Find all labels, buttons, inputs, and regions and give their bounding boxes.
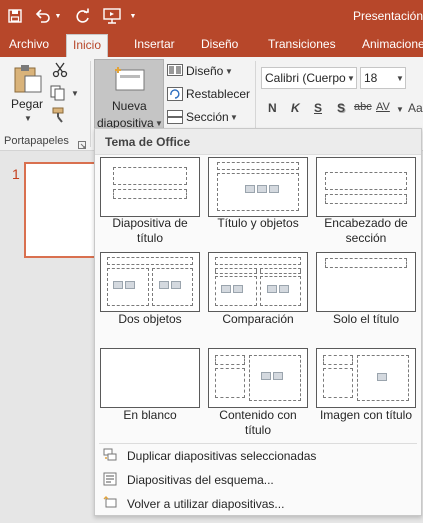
- section-dropdown-icon[interactable]: ▼: [230, 113, 238, 122]
- spacing-dropdown-icon[interactable]: ▼: [396, 105, 404, 114]
- layout-content-caption[interactable]: [208, 348, 308, 408]
- presentation-start-icon[interactable]: [102, 6, 122, 26]
- layout-title-slide[interactable]: [100, 157, 200, 217]
- layout-content-caption-label: Contenido con título: [219, 408, 297, 437]
- copy-icon[interactable]: [50, 85, 68, 104]
- slide-number: 1: [12, 166, 20, 182]
- layout-title-content-label: Título y objetos: [217, 216, 299, 230]
- reuse-slides-label: Volver a utilizar diapositivas...: [127, 497, 285, 511]
- layout-button[interactable]: Diseño: [186, 64, 223, 78]
- font-name-value: Calibri (Cuerpo: [265, 71, 346, 85]
- tab-archivo[interactable]: Archivo: [9, 33, 49, 57]
- layout-two-content-label: Dos objetos: [118, 312, 182, 326]
- layout-title-only-label: Solo el título: [332, 312, 400, 326]
- layout-title-slide-label: Diapositiva de título: [112, 216, 188, 245]
- format-painter-icon[interactable]: [52, 107, 68, 126]
- font-size-dropdown-icon[interactable]: ▼: [396, 74, 404, 83]
- duplicate-slides-label: Duplicar diapositivas seleccionadas: [127, 449, 317, 463]
- tab-insertar[interactable]: Insertar: [134, 33, 175, 57]
- bold-button[interactable]: N: [268, 101, 277, 115]
- undo-icon[interactable]: [34, 6, 52, 26]
- layout-picture-caption[interactable]: [316, 348, 416, 408]
- new-slide-button[interactable]: Nueva diapositiva ▼: [94, 59, 164, 130]
- outline-slides-item[interactable]: Diapositivas del esquema...: [95, 469, 421, 491]
- reset-button[interactable]: Restablecer: [186, 87, 250, 101]
- strikethrough-button[interactable]: abc: [354, 101, 372, 113]
- new-slide-label-1: Nueva: [112, 99, 147, 113]
- layout-dropdown-icon[interactable]: ▼: [225, 67, 233, 76]
- reset-icon: [167, 87, 183, 104]
- layout-icon: [167, 64, 183, 79]
- font-name-dropdown-icon[interactable]: ▼: [347, 74, 355, 83]
- redo-icon[interactable]: [74, 6, 92, 26]
- title-bar: ▼ ▼ Presentación: [0, 0, 423, 33]
- paste-icon[interactable]: [12, 63, 44, 98]
- layout-comparison-label: Comparación: [222, 312, 294, 326]
- save-icon[interactable]: [6, 6, 24, 26]
- font-size-value: 18: [364, 71, 378, 85]
- tab-transiciones[interactable]: Transiciones: [268, 33, 336, 57]
- font-name-field[interactable]: Calibri (Cuerpo: [261, 67, 357, 89]
- layout-section-header-label: Encabezado de sección: [324, 216, 408, 245]
- window-title: Presentación: [352, 9, 423, 23]
- picture-icon: [377, 373, 387, 381]
- tab-diseno[interactable]: Diseño: [201, 33, 238, 57]
- chevron-down-icon[interactable]: ▼: [128, 6, 138, 26]
- dropdown-separator: [99, 443, 417, 444]
- undo-dropdown-icon[interactable]: ▼: [54, 6, 62, 26]
- outline-slides-icon: [103, 472, 117, 486]
- layout-comparison[interactable]: [208, 252, 308, 312]
- layout-two-content[interactable]: [100, 252, 200, 312]
- change-case-button[interactable]: Aa: [408, 101, 423, 115]
- slide-thumbnail[interactable]: [24, 162, 104, 258]
- paste-dropdown-icon[interactable]: ▼: [24, 114, 32, 123]
- layout-picture-caption-label: Imagen con título: [319, 408, 413, 422]
- duplicate-slides-icon: [103, 448, 117, 462]
- dialog-launcher-icon[interactable]: [78, 138, 86, 152]
- section-button[interactable]: Sección: [186, 110, 229, 124]
- cut-icon[interactable]: [52, 62, 68, 81]
- outline-slides-label: Diapositivas del esquema...: [127, 473, 274, 487]
- reuse-slides-icon: [103, 496, 117, 510]
- new-slide-dropdown: Tema de Office Diapositiva de título Títu…: [94, 128, 422, 516]
- clipboard-group-label: Portapapeles: [4, 135, 69, 147]
- new-slide-icon: [114, 66, 146, 95]
- layout-blank-label: En blanco: [123, 408, 177, 422]
- section-icon: [167, 110, 183, 127]
- shadow-button[interactable]: S: [337, 101, 345, 115]
- layout-blank[interactable]: [100, 348, 200, 408]
- new-slide-dropdown-icon: ▼: [155, 119, 163, 128]
- spacing-button[interactable]: AV: [376, 101, 390, 113]
- tab-animaciones[interactable]: Animaciones: [362, 33, 423, 57]
- layout-title-only[interactable]: [316, 252, 416, 312]
- paste-button[interactable]: Pegar: [11, 97, 43, 111]
- reuse-slides-item[interactable]: Volver a utilizar diapositivas...: [95, 493, 421, 515]
- layout-title-content[interactable]: [208, 157, 308, 217]
- tab-inicio[interactable]: Inicio: [66, 34, 109, 58]
- layout-section-header[interactable]: [316, 157, 416, 217]
- underline-button[interactable]: S: [314, 101, 322, 115]
- duplicate-slides-item[interactable]: Duplicar diapositivas seleccionadas: [95, 445, 421, 467]
- copy-dropdown-icon[interactable]: ▼: [71, 89, 79, 98]
- theme-header: Tema de Office: [95, 129, 421, 155]
- italic-button[interactable]: K: [291, 101, 300, 115]
- ribbon-tabs: Archivo Inicio Insertar Diseño Transicio…: [0, 33, 423, 58]
